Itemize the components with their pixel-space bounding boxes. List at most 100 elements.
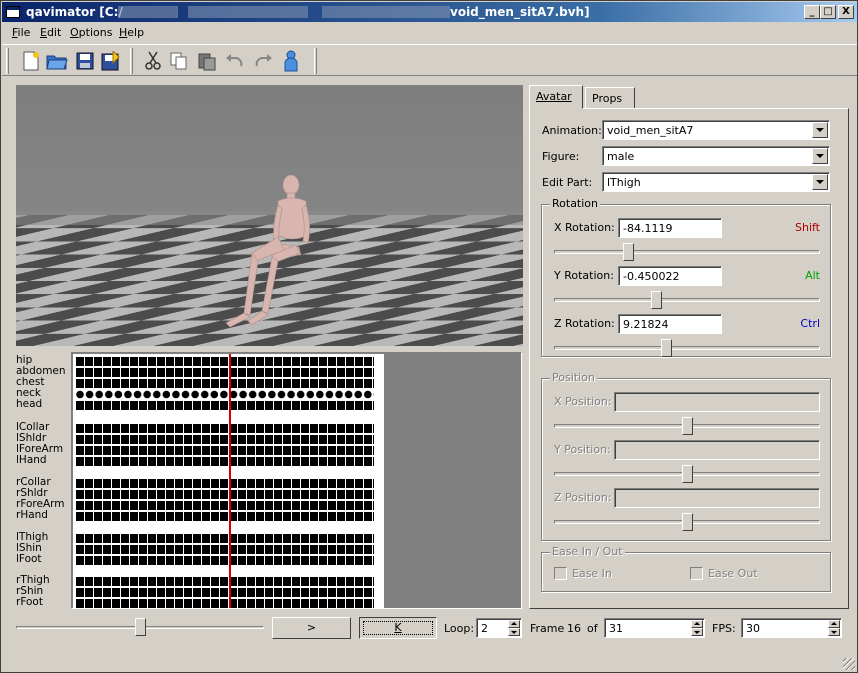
- toolbar-grip[interactable]: [314, 48, 317, 74]
- spin-up-icon[interactable]: [508, 620, 520, 628]
- undo-icon[interactable]: [222, 49, 248, 73]
- maximize-button[interactable]: □: [820, 5, 836, 19]
- current-frame: 16: [567, 622, 581, 635]
- toolbar-separator: [130, 48, 133, 74]
- spin-up-icon[interactable]: [691, 620, 703, 628]
- chevron-down-icon[interactable]: [812, 148, 828, 164]
- ease-out-checkbox: [690, 567, 703, 580]
- spin-down-icon[interactable]: [691, 628, 703, 636]
- slider-thumb: [682, 465, 693, 483]
- chevron-down-icon[interactable]: [812, 122, 828, 138]
- animation-label: Animation:: [542, 124, 602, 137]
- copy-icon[interactable]: [166, 49, 192, 73]
- key-label: K: [394, 621, 402, 634]
- resize-grip[interactable]: [843, 658, 855, 670]
- keyframe-band[interactable]: [76, 599, 374, 608]
- end-marker-icon: [375, 369, 383, 377]
- z-rotation-input[interactable]: 9.21824: [618, 314, 722, 334]
- keyframe-band[interactable]: [76, 490, 374, 499]
- part-label-lHand[interactable]: lHand: [16, 455, 47, 466]
- animation-value: void_men_sitA7: [607, 124, 694, 137]
- timeline-track-area[interactable]: [73, 354, 384, 608]
- end-marker-icon: [375, 491, 383, 499]
- figure-select[interactable]: male: [602, 146, 830, 166]
- slider-thumb[interactable]: [651, 291, 662, 309]
- loop-spinbox[interactable]: 2: [476, 618, 522, 638]
- y-rotation-slider[interactable]: [554, 290, 820, 310]
- position-group: Position X Position: Y Position: Z Posit…: [541, 371, 831, 541]
- spin-down-icon[interactable]: [508, 628, 520, 636]
- new-file-icon[interactable]: [18, 49, 44, 73]
- y-rotation-input[interactable]: -0.450022: [618, 266, 722, 286]
- minimize-button[interactable]: _: [804, 5, 820, 19]
- body-part-list: hip abdomen chest neck head lCollar lShldr lFor…: [16, 353, 72, 609]
- keyframe-band[interactable]: [76, 556, 374, 565]
- title-bar[interactable]: qavimator [C:/ void_men_sitA7.bvh] _ □ X: [2, 2, 857, 22]
- keyframe-band[interactable]: [76, 457, 374, 466]
- key-toggle-button[interactable]: K: [359, 617, 437, 639]
- tab-props[interactable]: Props: [585, 87, 635, 109]
- save-as-icon[interactable]: [98, 49, 124, 73]
- part-label-head[interactable]: head: [16, 399, 42, 410]
- 3d-viewport[interactable]: [16, 85, 523, 346]
- timeline-scrub-slider[interactable]: [16, 617, 264, 637]
- slider-thumb[interactable]: [623, 243, 634, 261]
- close-button[interactable]: X: [838, 5, 854, 19]
- keyframe-timeline[interactable]: [71, 352, 522, 609]
- y-position-slider: [554, 464, 820, 484]
- keyframe-band[interactable]: [76, 501, 374, 510]
- loop-label: Loop:: [444, 622, 475, 635]
- keyframe-band[interactable]: [76, 357, 374, 366]
- save-icon[interactable]: [72, 49, 98, 73]
- keyframe-band[interactable]: [76, 577, 374, 586]
- title-filename: void_men_sitA7.bvh]: [450, 5, 590, 19]
- menu-help[interactable]: Help: [119, 26, 144, 39]
- spin-up-icon[interactable]: [828, 620, 840, 628]
- menu-file[interactable]: File: [12, 26, 30, 39]
- keyframe-band[interactable]: [76, 545, 374, 554]
- end-marker-icon: [375, 447, 383, 455]
- open-folder-icon[interactable]: [44, 49, 70, 73]
- ease-group: Ease In / Out Ease In Ease Out: [541, 545, 831, 592]
- keyframe-band[interactable]: [76, 424, 374, 433]
- keyframe-band[interactable]: [76, 512, 374, 521]
- part-label-lFoot[interactable]: lFoot: [16, 554, 42, 565]
- avatar-icon[interactable]: [278, 49, 304, 73]
- part-label-rHand[interactable]: rHand: [16, 510, 48, 521]
- toolbar-grip[interactable]: [6, 48, 9, 74]
- part-label-rFoot[interactable]: rFoot: [16, 597, 43, 608]
- keyframe-band[interactable]: [76, 479, 374, 488]
- title-redaction: [118, 6, 178, 18]
- keyframe-band[interactable]: [76, 379, 374, 388]
- edit-part-select[interactable]: lThigh: [602, 172, 830, 192]
- keyframe-band[interactable]: [76, 588, 374, 597]
- spin-down-icon[interactable]: [828, 628, 840, 636]
- z-rotation-slider[interactable]: [554, 338, 820, 358]
- keyframe-band[interactable]: [76, 368, 374, 377]
- keyframe-band[interactable]: [76, 390, 374, 399]
- end-marker-icon: [375, 458, 383, 466]
- keyframe-band[interactable]: [76, 435, 374, 444]
- menu-options[interactable]: Options: [70, 26, 112, 39]
- x-rotation-input[interactable]: -84.1119: [618, 218, 722, 238]
- paste-icon[interactable]: [194, 49, 220, 73]
- cut-icon[interactable]: [140, 49, 166, 73]
- slider-thumb[interactable]: [661, 339, 672, 357]
- animation-select[interactable]: void_men_sitA7: [602, 120, 830, 140]
- keyframe-band[interactable]: [76, 446, 374, 455]
- play-button[interactable]: >: [272, 617, 351, 639]
- total-frames-spinbox[interactable]: 31: [604, 618, 705, 638]
- z-rotation-label: Z Rotation:: [554, 317, 615, 330]
- tab-avatar-label: Avatar: [536, 90, 572, 103]
- redo-icon[interactable]: [250, 49, 276, 73]
- x-rotation-slider[interactable]: [554, 242, 820, 262]
- fps-spinbox[interactable]: 30: [741, 618, 842, 638]
- ease-in-label: Ease In: [572, 567, 612, 580]
- playhead-cursor[interactable]: [229, 354, 231, 608]
- menu-edit[interactable]: Edit: [40, 26, 61, 39]
- tab-avatar[interactable]: Avatar: [529, 85, 583, 109]
- chevron-down-icon[interactable]: [812, 174, 828, 190]
- slider-thumb[interactable]: [135, 618, 146, 636]
- keyframe-band[interactable]: [76, 401, 374, 410]
- keyframe-band[interactable]: [76, 534, 374, 543]
